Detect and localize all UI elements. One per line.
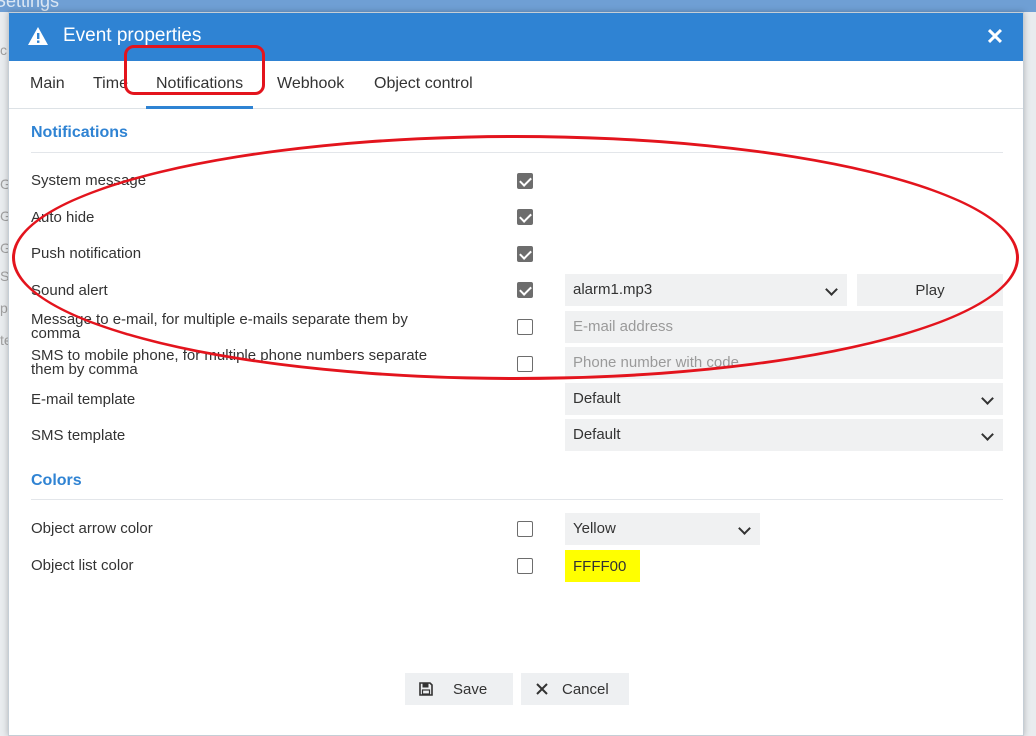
email-template-select[interactable]: Default [565,383,1003,415]
chevron-down-icon [738,522,751,535]
object-list-color-label: Object list color [31,557,134,574]
object-list-color-checkbox[interactable] [517,558,533,574]
object-arrow-color-select[interactable]: Yellow [565,513,760,545]
object-arrow-color-value: Yellow [573,520,616,537]
sms-template-value: Default [573,426,621,443]
annotation-tab-highlight [124,45,265,95]
chevron-down-icon [981,392,994,405]
chevron-down-icon [981,428,994,441]
close-icon [536,683,548,695]
email-template-label: E-mail template [31,391,136,408]
section-divider [31,499,1003,500]
tab-webhook[interactable]: Webhook [277,75,344,93]
notifications-section-title: Notifications [31,124,128,141]
cancel-button-label: Cancel [562,681,609,698]
tab-time[interactable]: Time [93,75,128,93]
dialog-title: Event properties [63,25,202,46]
object-arrow-color-label: Object arrow color [31,520,153,537]
sms-template-label: SMS template [31,427,126,444]
background-header [0,0,1036,12]
close-icon[interactable]: ✕ [981,23,1009,51]
colors-section-title: Colors [31,472,82,489]
tab-main[interactable]: Main [30,75,65,93]
save-button[interactable]: Save [405,673,513,705]
background-title: Settings [0,0,60,11]
save-button-label: Save [453,681,488,698]
tab-object-control[interactable]: Object control [374,75,473,93]
floppy-disk-icon [419,682,433,696]
object-list-color-swatch[interactable]: FFFF00 [565,550,640,582]
sms-template-select[interactable]: Default [565,419,1003,451]
object-arrow-color-checkbox[interactable] [517,521,533,537]
cancel-button[interactable]: Cancel [521,673,629,705]
warning-icon [28,27,48,45]
email-template-value: Default [573,390,621,407]
annotation-ellipse-highlight [12,135,1019,380]
